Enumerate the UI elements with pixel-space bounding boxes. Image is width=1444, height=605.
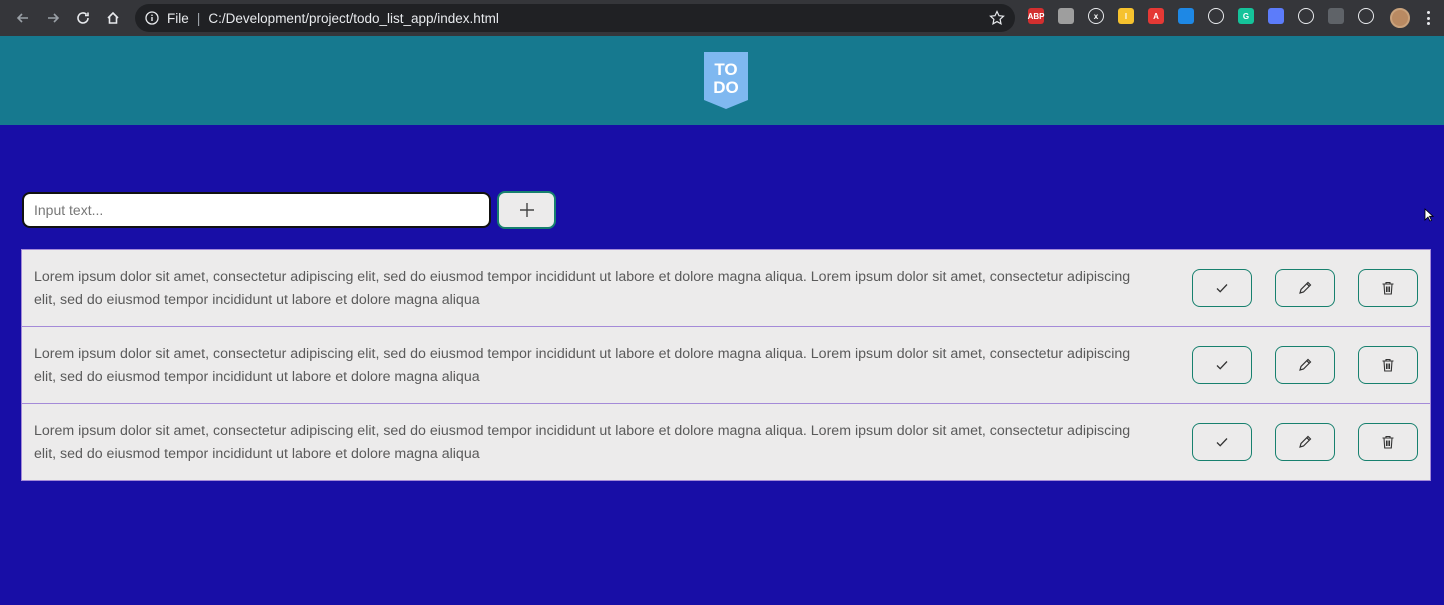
window-extension-icon[interactable] — [1268, 8, 1284, 24]
address-bar[interactable]: File | C:/Development/project/todo_list_… — [135, 4, 1015, 32]
plus-icon — [519, 203, 534, 217]
trash-icon — [1382, 435, 1394, 449]
pencil-icon — [1299, 435, 1312, 448]
check-icon — [1216, 284, 1228, 293]
todo-item: Lorem ipsum dolor sit amet, consectetur … — [22, 327, 1430, 404]
home-icon — [107, 11, 119, 24]
todo-item-text: Lorem ipsum dolor sit amet, consectetur … — [34, 346, 1131, 385]
l-extension-icon[interactable]: l — [1118, 8, 1134, 24]
x-extension-icon[interactable]: x — [1088, 8, 1104, 24]
check-icon — [1216, 361, 1228, 370]
trash-icon — [1382, 281, 1394, 295]
check-icon — [1216, 438, 1228, 447]
edit-todo-button[interactable] — [1275, 423, 1335, 461]
delete-todo-button[interactable] — [1358, 346, 1418, 384]
adblock-plus-icon[interactable]: ABP — [1028, 8, 1044, 24]
puzzle-icon[interactable] — [1358, 8, 1374, 24]
todo-item: Lorem ipsum dolor sit amet, consectetur … — [22, 250, 1430, 327]
url-text[interactable]: C:/Development/project/todo_list_app/ind… — [208, 11, 498, 26]
onedrive-icon[interactable] — [1208, 8, 1224, 24]
home-button[interactable] — [98, 3, 128, 33]
add-todo-button[interactable] — [497, 191, 556, 229]
edit-todo-button[interactable] — [1275, 346, 1335, 384]
reload-button[interactable] — [68, 3, 98, 33]
browser-menu-icon[interactable] — [1420, 9, 1436, 27]
extensions-bar: ABP x l A G — [1028, 8, 1388, 24]
app-header: TO DO — [0, 36, 1444, 125]
todo-item-text: Lorem ipsum dolor sit amet, consectetur … — [34, 423, 1131, 462]
shield-extension-icon[interactable] — [1328, 8, 1344, 24]
logo-text-top: TO — [714, 60, 737, 79]
pencil-icon — [1299, 281, 1312, 294]
complete-todo-button[interactable] — [1192, 269, 1252, 307]
trash-icon — [1382, 358, 1394, 372]
magnet-icon[interactable] — [1298, 8, 1314, 24]
back-button[interactable] — [8, 3, 38, 33]
todo-list: Lorem ipsum dolor sit amet, consectetur … — [21, 249, 1431, 481]
bookmark-star-icon[interactable] — [989, 10, 1005, 26]
cloud-app-icon[interactable] — [1178, 8, 1194, 24]
forward-button[interactable] — [38, 3, 68, 33]
logo-text-bottom: DO — [713, 78, 739, 97]
todo-text-input[interactable] — [22, 192, 491, 228]
back-icon — [16, 13, 28, 23]
browser-toolbar: File | C:/Development/project/todo_list_… — [0, 0, 1444, 36]
forward-icon — [48, 13, 60, 23]
file-label: File — [167, 10, 189, 26]
todo-logo: TO DO — [704, 52, 748, 109]
todo-item-text: Lorem ipsum dolor sit amet, consectetur … — [34, 269, 1131, 308]
pencil-icon — [1299, 358, 1312, 371]
todo-item: Lorem ipsum dolor sit amet, consectetur … — [22, 404, 1430, 480]
delete-todo-button[interactable] — [1358, 269, 1418, 307]
grammarly-icon[interactable]: G — [1238, 8, 1254, 24]
info-icon[interactable] — [145, 11, 159, 25]
profile-avatar[interactable] — [1390, 8, 1410, 28]
delete-todo-button[interactable] — [1358, 423, 1418, 461]
mouse-cursor-icon — [1424, 208, 1434, 222]
pdf-icon[interactable] — [1058, 8, 1074, 24]
edit-todo-button[interactable] — [1275, 269, 1335, 307]
reload-icon — [77, 12, 89, 24]
complete-todo-button[interactable] — [1192, 423, 1252, 461]
complete-todo-button[interactable] — [1192, 346, 1252, 384]
angular-icon[interactable]: A — [1148, 8, 1164, 24]
address-separator: | — [196, 10, 201, 26]
